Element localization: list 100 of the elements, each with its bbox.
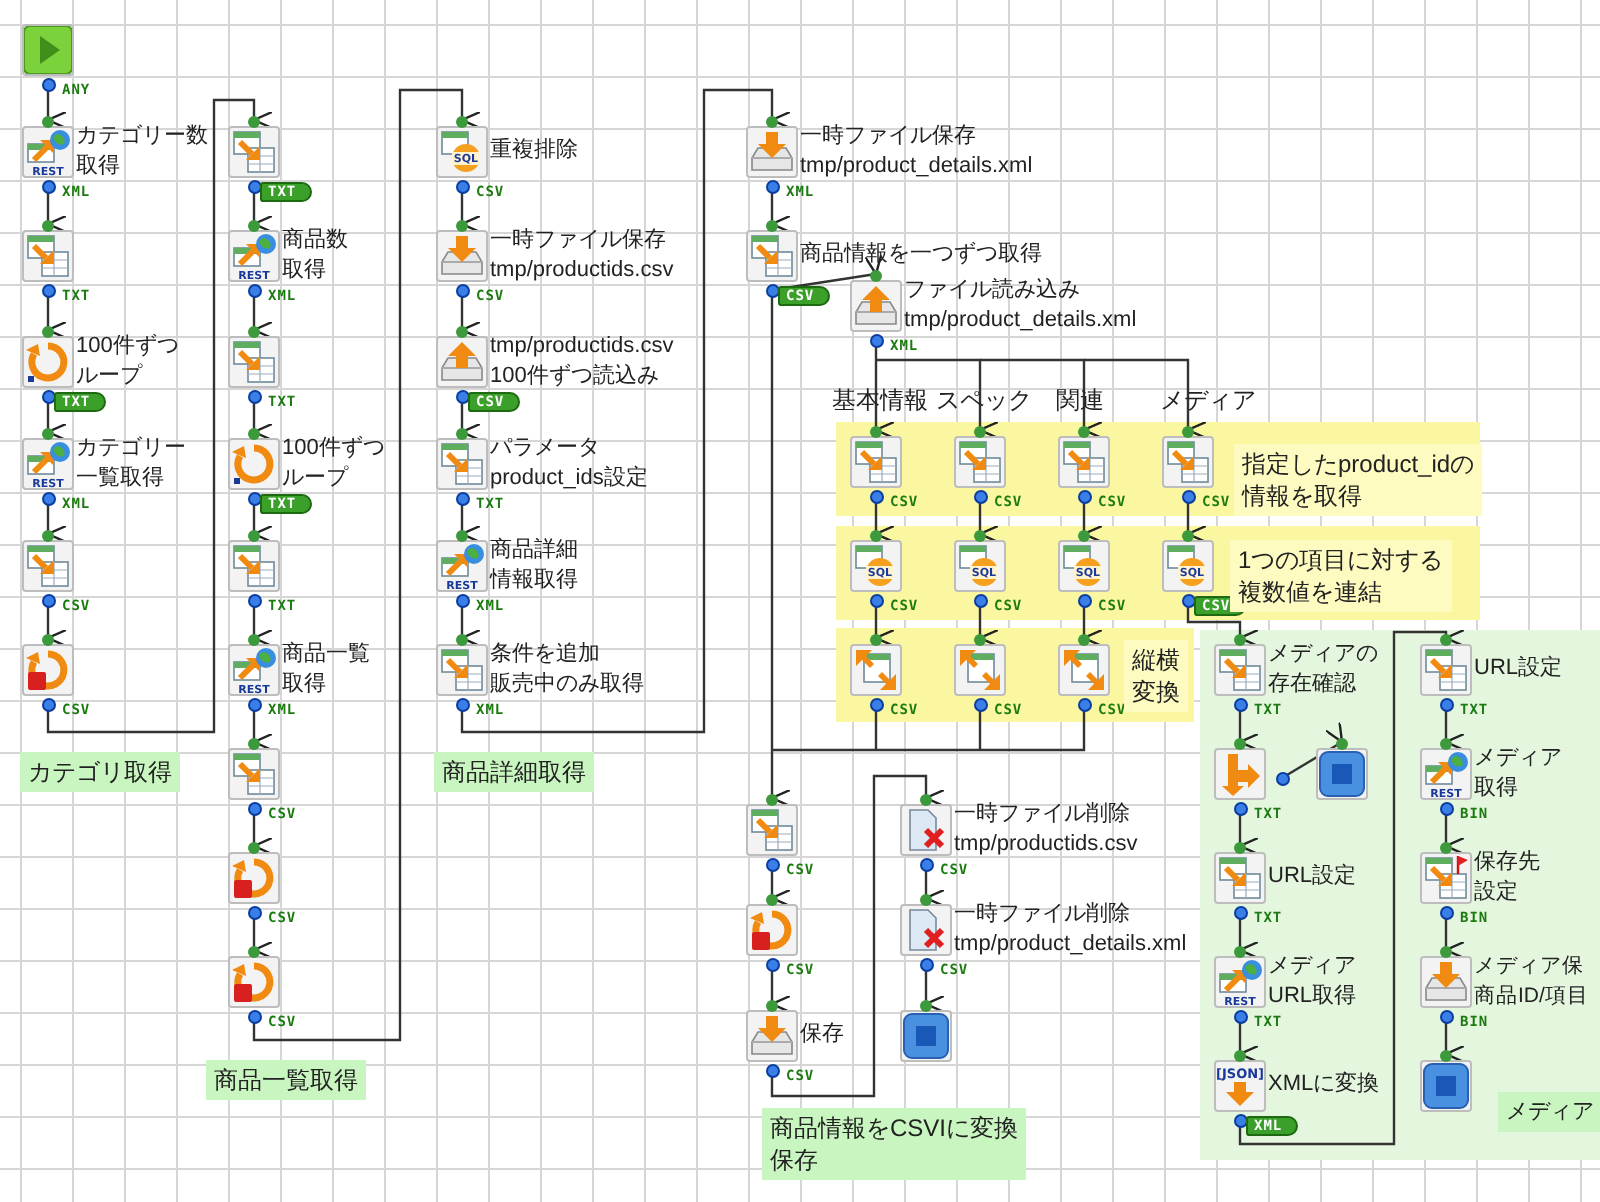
document-cross-icon — [900, 804, 952, 856]
node-label: 保存 — [800, 1020, 844, 1050]
input-port — [248, 326, 260, 338]
output-port — [766, 858, 780, 872]
output-port — [42, 390, 56, 404]
node-label: ファイル読み込み tmp/product_details.xml — [904, 276, 1137, 336]
group-label: 商品情報をCSVIに変換 保存 — [762, 1108, 1027, 1180]
node-label: tmp/productids.csv 100件ずつ読込み — [490, 332, 674, 392]
input-port — [870, 270, 882, 282]
output-port — [248, 492, 262, 506]
output-port — [42, 492, 56, 506]
input-port — [456, 634, 468, 646]
output-port — [248, 284, 262, 298]
input-port — [766, 116, 778, 128]
output-port — [456, 390, 470, 404]
group-label: 商品一覧取得 — [206, 1060, 366, 1100]
group-label: 商品詳細取得 — [434, 752, 594, 792]
output-port — [920, 958, 934, 972]
input-port — [920, 894, 932, 906]
input-port — [766, 794, 778, 806]
output-port — [456, 492, 470, 506]
input-port — [920, 794, 932, 806]
input-port — [456, 530, 468, 542]
input-port — [42, 530, 54, 542]
output-port — [766, 284, 780, 298]
output-port — [42, 78, 56, 92]
loop-arrows-icon — [228, 438, 280, 490]
node-label: 一時ファイル保存 tmp/product_details.xml — [800, 122, 1033, 182]
output-port — [42, 284, 56, 298]
loop-stop-icon — [228, 956, 280, 1008]
output-port — [248, 802, 262, 816]
node-label: カテゴリー数 取得 — [76, 122, 208, 182]
input-port — [42, 634, 54, 646]
note-text: 指定したproduct_idの 情報を取得 — [1234, 444, 1483, 516]
input-port — [456, 326, 468, 338]
output-port — [456, 698, 470, 712]
input-port — [248, 738, 260, 750]
output-port — [456, 180, 470, 194]
input-port — [456, 428, 468, 440]
node-label: URL設定 — [1474, 654, 1563, 684]
output-port — [248, 594, 262, 608]
swap-arrows-icon — [850, 644, 902, 696]
input-port — [248, 428, 260, 440]
input-port — [248, 220, 260, 232]
output-port — [248, 698, 262, 712]
output-port — [870, 334, 884, 348]
input-port — [456, 220, 468, 232]
node-label: メディア 取得 — [1474, 744, 1562, 804]
node-label: 一時ファイル保存 tmp/productids.csv — [490, 226, 674, 286]
input-port — [766, 220, 778, 232]
node-label: メディア保 商品ID/項目 — [1474, 952, 1589, 1012]
swap-arrows-icon — [954, 644, 1006, 696]
group-label: カテゴリ取得 — [20, 752, 180, 792]
input-port — [42, 428, 54, 440]
input-port — [42, 116, 54, 128]
output-port — [42, 594, 56, 608]
input-port — [248, 530, 260, 542]
output-port — [920, 858, 934, 872]
node-label: 商品数 取得 — [282, 226, 348, 286]
output-port — [248, 906, 262, 920]
stop-square-icon — [900, 1010, 952, 1062]
input-port — [248, 116, 260, 128]
node-label: 商品詳細 情報取得 — [490, 536, 578, 596]
node-label: 条件を追加 販売中のみ取得 — [490, 640, 644, 700]
input-port — [248, 634, 260, 646]
input-port — [766, 1000, 778, 1012]
node-label: 一時ファイル削除 tmp/product_details.xml — [954, 900, 1187, 960]
node-label: 保存先 設定 — [1474, 848, 1540, 908]
loop-arrows-icon — [22, 336, 74, 388]
output-port — [42, 180, 56, 194]
input-port — [456, 116, 468, 128]
input-port — [248, 842, 260, 854]
loop-stop-icon — [228, 852, 280, 904]
node-label: 商品一覧 取得 — [282, 640, 370, 700]
output-port — [766, 180, 780, 194]
node-label: メディアの 存在確認 — [1268, 640, 1378, 700]
connector-line — [1084, 358, 1208, 440]
input-port — [42, 326, 54, 338]
node-label: 一時ファイル削除 tmp/productids.csv — [954, 800, 1138, 860]
input-port — [248, 946, 260, 958]
group-label: メディア — [1498, 1092, 1600, 1132]
output-port — [248, 1010, 262, 1024]
note-text: 1つの項目に対する 複数値を連結 — [1230, 540, 1452, 612]
node-label: 重複排除 — [490, 136, 578, 166]
output-port — [456, 284, 470, 298]
table-flag-icon — [1420, 852, 1472, 904]
loop-stop-icon — [22, 644, 74, 696]
output-port — [248, 390, 262, 404]
node-label: 100件ずつ ループ — [76, 332, 179, 392]
input-port — [42, 220, 54, 232]
stop-square-icon — [1420, 1060, 1472, 1112]
output-port — [456, 594, 470, 608]
output-port — [42, 698, 56, 712]
swap-arrows-icon — [1058, 644, 1110, 696]
note-text: 縦横 変換 — [1124, 640, 1188, 712]
play-icon — [22, 24, 74, 76]
node-label: URL設定 — [1268, 862, 1357, 892]
node-label: パラメータ product_ids設定 — [490, 434, 648, 494]
output-port — [766, 1064, 780, 1078]
output-port — [766, 958, 780, 972]
